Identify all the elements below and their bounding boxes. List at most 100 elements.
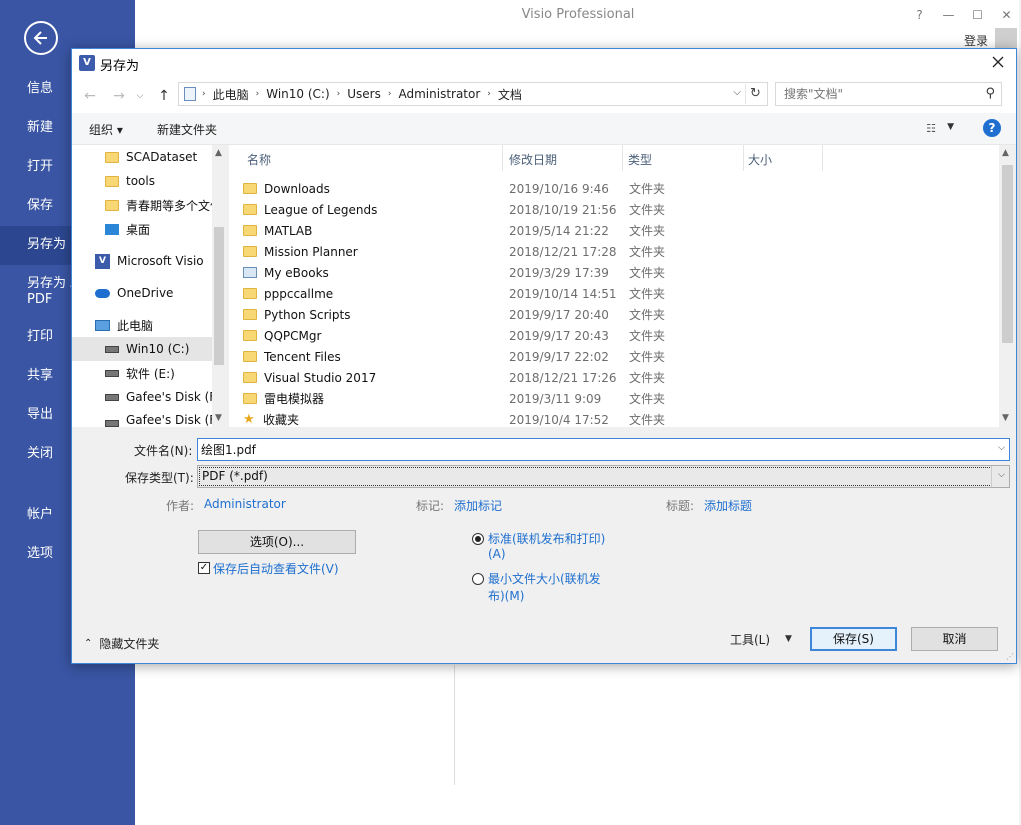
chevron-down-icon[interactable]: ▼ [947,122,954,132]
back-button[interactable] [24,21,58,55]
table-row[interactable]: MATLAB 2019/5/14 21:22 文件夹 [243,220,983,241]
filetype-select[interactable]: PDF (*.pdf) ⌵ [197,465,1010,488]
chevron-down-icon[interactable]: ▼ [785,634,792,644]
nav-item[interactable]: tools [72,169,212,193]
chevron-down-icon[interactable]: ⌵ [733,87,741,98]
tags-link[interactable]: 添加标记 [454,497,502,514]
nav-pane-scrollbar[interactable]: ▲ ▼ [212,145,226,427]
dialog-close-button[interactable] [988,53,1008,73]
breadcrumb-this-pc[interactable]: 此电脑 [213,86,249,103]
table-row[interactable]: Visual Studio 2017 2018/12/21 17:26 文件夹 [243,367,983,388]
chevron-right-icon[interactable]: › [388,89,392,99]
chevron-up-icon[interactable]: ▲ [1002,148,1009,158]
standard-radio-label-line1[interactable]: 标准(联机发布和打印) [488,530,605,547]
save-button[interactable]: 保存(S) [810,627,897,651]
up-arrow-icon[interactable]: ↑ [156,88,172,104]
column-separator[interactable] [822,145,823,171]
back-arrow-icon[interactable]: ← [82,88,98,104]
breadcrumb-documents[interactable]: 文档 [498,86,522,103]
breadcrumb-users[interactable]: Users [347,87,381,101]
table-row[interactable]: 雷电模拟器 2019/3/11 9:09 文件夹 [243,388,983,409]
table-row[interactable]: My eBooks 2019/3/29 17:39 文件夹 [243,262,983,283]
nav-item-label: 桌面 [126,222,151,237]
table-row[interactable]: Downloads 2019/10/16 9:46 文件夹 [243,178,983,199]
options-button[interactable]: 选项(O)... [198,530,356,554]
table-row[interactable]: ★ 收藏夹 2019/10/4 17:52 文件夹 [243,409,983,427]
file-type: 文件夹 [629,350,666,364]
nav-item-win10[interactable]: Win10 (C:) [72,337,212,361]
tools-button[interactable]: 工具(L) [730,631,770,648]
forward-arrow-icon[interactable]: → [111,88,127,104]
nav-item-gafee-f2[interactable]: Gafee's Disk (F [72,409,212,427]
nav-item-this-pc[interactable]: 此电脑 [72,313,212,337]
resize-grip-icon[interactable]: ⋰ [1006,652,1014,661]
min-size-radio-label-line1[interactable]: 最小文件大小(联机发 [488,570,601,587]
chevron-right-icon[interactable]: › [337,89,341,99]
chevron-up-icon[interactable]: ▲ [215,148,222,158]
minimize-button[interactable]: — [934,0,963,30]
nav-item-desktop[interactable]: 桌面 [72,217,212,241]
nav-item-visio[interactable]: V Microsoft Visio [72,249,212,273]
new-folder-button[interactable]: 新建文件夹 [157,121,217,138]
min-size-radio-label-line2[interactable]: 布)(M) [488,587,524,604]
title-link[interactable]: 添加标题 [704,497,752,514]
column-name[interactable]: 名称 [247,151,271,168]
chevron-right-icon[interactable]: › [256,89,260,99]
refresh-icon[interactable]: ↻ [745,84,765,104]
table-row[interactable]: Mission Planner 2018/12/21 17:28 文件夹 [243,241,983,262]
breadcrumb-win10[interactable]: Win10 (C:) [266,87,329,101]
folder-icon [243,204,257,215]
nav-item[interactable]: SCADataset [72,145,212,169]
chevron-down-icon[interactable]: ▼ [1002,413,1009,423]
nav-item-software-e[interactable]: 软件 (E:) [72,361,212,385]
file-list-scrollbar[interactable]: ▲ ▼ [999,145,1016,427]
restore-button[interactable]: ☐ [963,0,992,30]
search-input[interactable] [776,83,966,105]
author-value[interactable]: Administrator [204,497,286,511]
address-bar[interactable]: › 此电脑 › Win10 (C:) › Users › Administrat… [178,82,768,106]
open-after-save-label[interactable]: 保存后自动查看文件(V) [213,560,339,577]
file-modified: 2019/3/11 9:09 [509,391,602,406]
nav-item[interactable]: 青春期等多个文件 [72,193,212,217]
history-dropdown-icon[interactable]: ⌵ [132,88,148,104]
login-link[interactable]: 登录 [964,32,988,49]
close-button[interactable]: ✕ [992,0,1021,30]
view-options-icon[interactable]: ☷ [926,122,936,135]
avatar[interactable] [995,28,1017,50]
search-box[interactable]: ⚲ [775,82,1002,106]
table-row[interactable]: Python Scripts 2019/9/17 20:40 文件夹 [243,304,983,325]
column-modified[interactable]: 修改日期 [509,151,557,168]
table-row[interactable]: League of Legends 2018/10/19 21:56 文件夹 [243,199,983,220]
standard-radio-label-line2[interactable]: (A) [488,547,506,561]
help-icon[interactable]: ? [983,119,1001,137]
table-row[interactable]: pppccallme 2019/10/14 14:51 文件夹 [243,283,983,304]
chevron-right-icon[interactable]: › [202,89,206,99]
help-button[interactable]: ? [905,0,934,30]
organize-button[interactable]: 组织 ▾ [89,121,123,138]
chevron-right-icon[interactable]: › [487,89,491,99]
min-size-radio[interactable] [472,573,484,585]
search-icon[interactable]: ⚲ [985,86,995,101]
filetype-dropdown[interactable]: ⌵ [991,466,1009,487]
filename-field[interactable]: ⌵ [197,438,1010,461]
chevron-down-icon[interactable]: ▼ [215,413,222,423]
nav-pane-scroll-thumb[interactable] [214,227,224,365]
column-separator[interactable] [502,145,503,171]
nav-item-onedrive[interactable]: OneDrive [72,281,212,305]
column-separator[interactable] [743,145,744,171]
open-after-save-checkbox[interactable]: ✓ [198,562,210,574]
cancel-button[interactable]: 取消 [911,627,998,651]
nav-item-gafee-f[interactable]: Gafee's Disk (F [72,385,212,409]
table-row[interactable]: Tencent Files 2019/9/17 22:02 文件夹 [243,346,983,367]
filename-input[interactable] [198,439,988,460]
column-size[interactable]: 大小 [748,151,772,168]
document-icon [184,87,196,101]
column-separator[interactable] [622,145,623,171]
file-list-scroll-thumb[interactable] [1002,165,1013,343]
breadcrumb-administrator[interactable]: Administrator [398,87,480,101]
table-row[interactable]: QQPCMgr 2019/9/17 20:43 文件夹 [243,325,983,346]
chevron-down-icon[interactable]: ⌵ [998,443,1005,453]
hide-folders-toggle[interactable]: ⌃ 隐藏文件夹 [84,635,159,652]
column-type[interactable]: 类型 [628,151,652,168]
standard-radio[interactable] [472,533,484,545]
